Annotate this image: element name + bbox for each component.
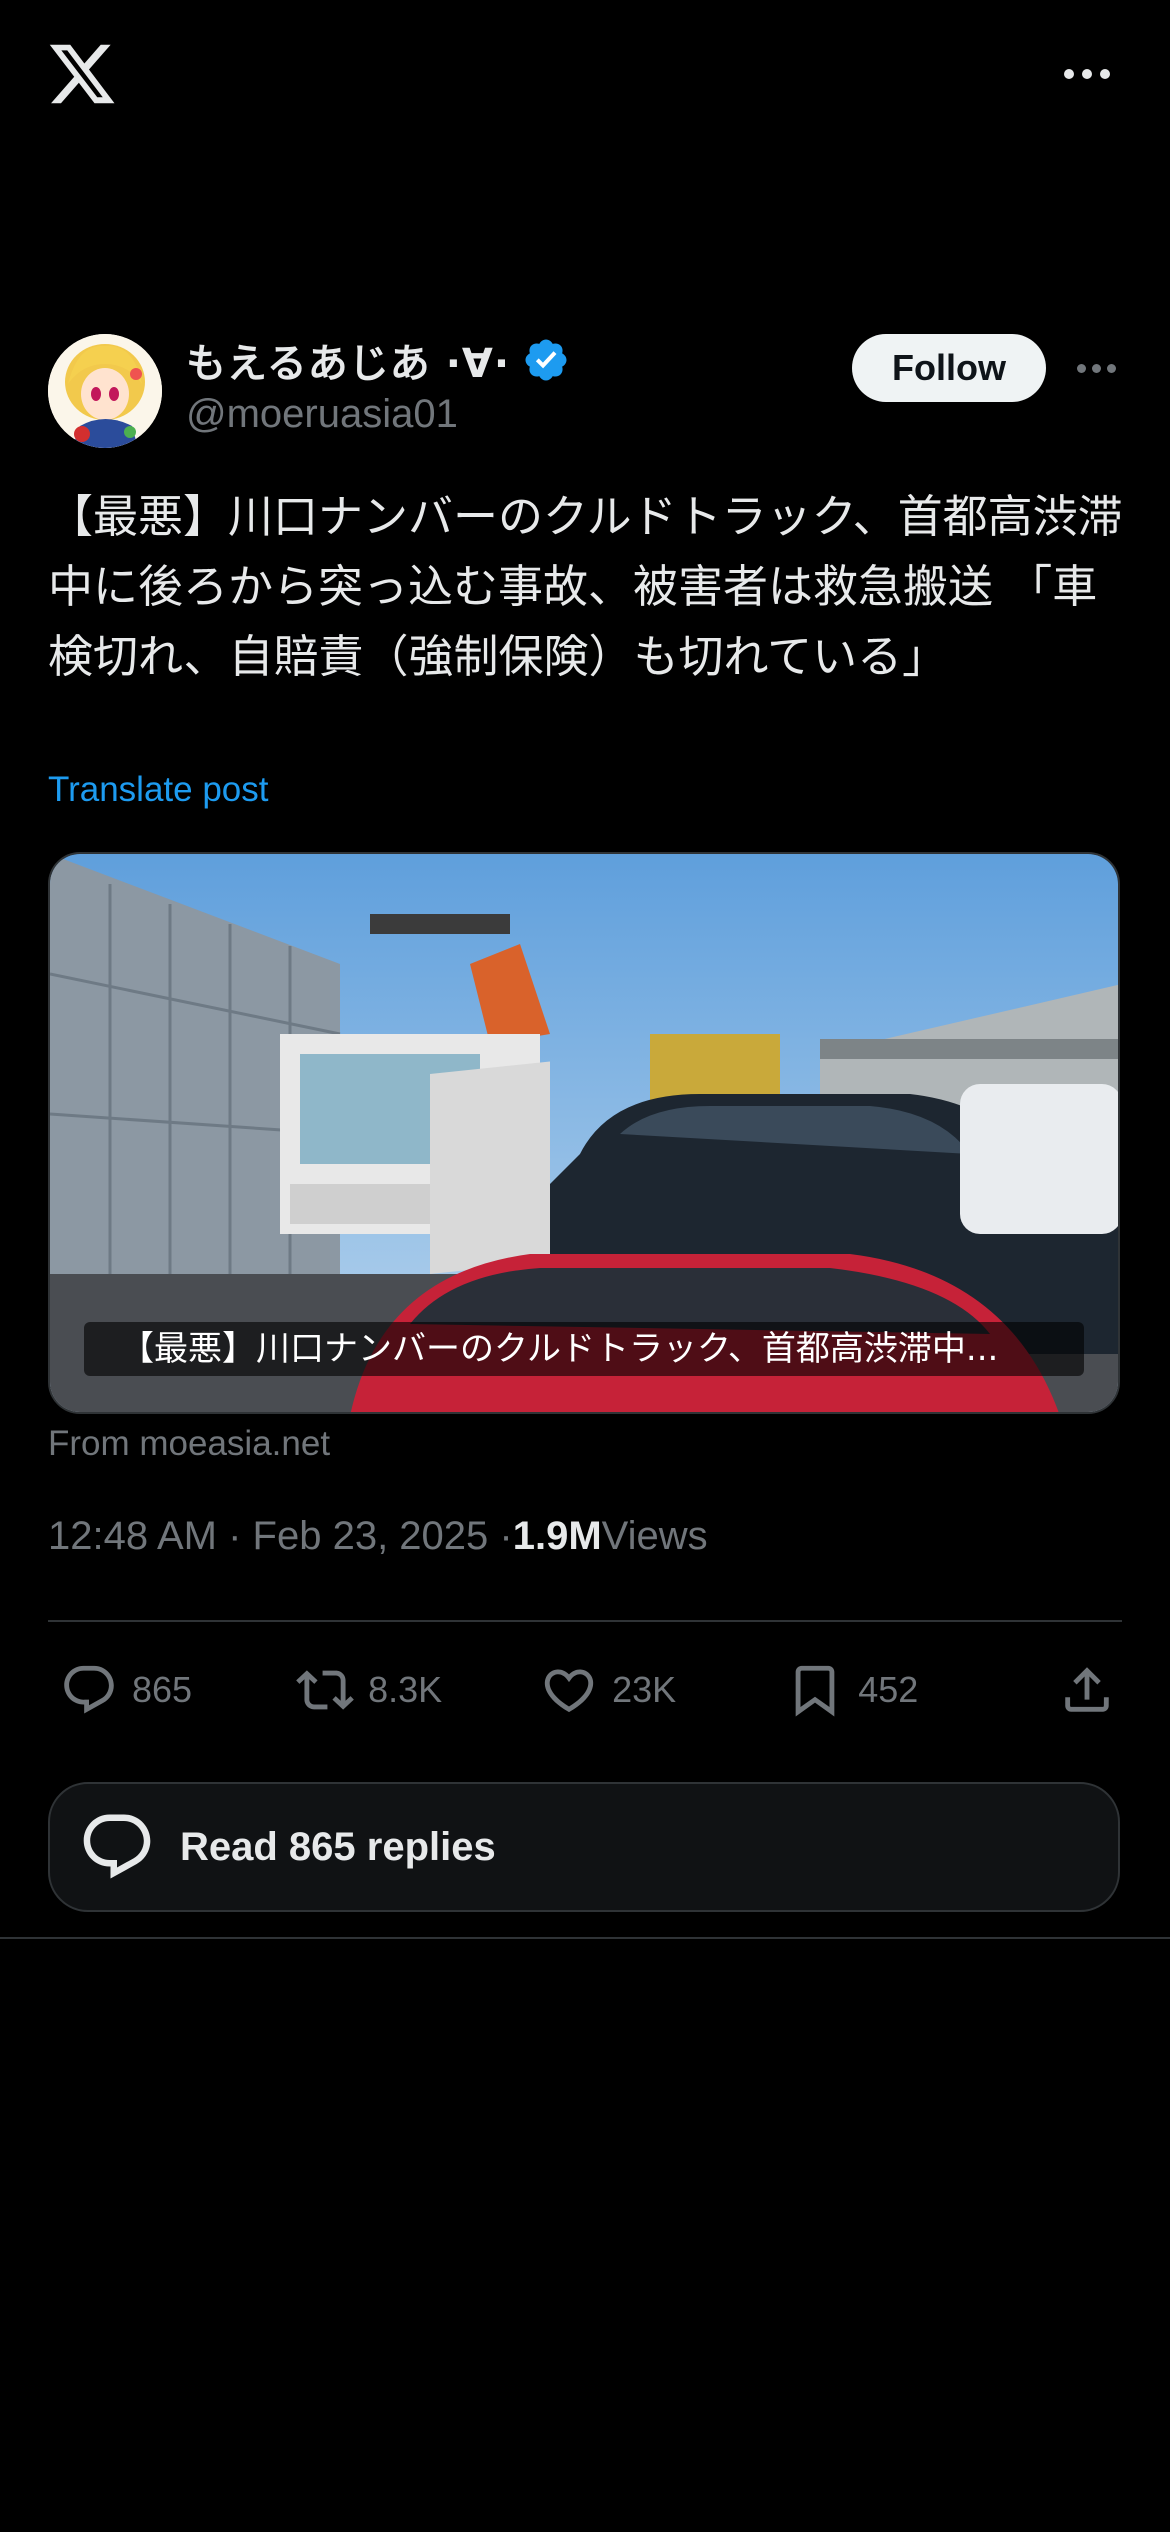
reply-icon [83, 1814, 151, 1879]
bookmark-button[interactable]: 452 [786, 1661, 918, 1719]
repost-button[interactable]: 8.3K [296, 1661, 442, 1719]
share-button[interactable] [1058, 1661, 1116, 1719]
repost-icon [296, 1670, 354, 1710]
reply-icon [64, 1665, 114, 1714]
share-icon [1065, 1667, 1109, 1712]
divider [48, 1620, 1122, 1622]
reply-button[interactable]: 865 [60, 1661, 192, 1719]
views-count: 1.9M [512, 1514, 602, 1558]
author-handle[interactable]: @moeruasia01 [186, 392, 458, 437]
post-more-icon[interactable] [1074, 354, 1118, 382]
media-caption: 【最悪】川口ナンバーのクルドトラック、首都高渋滞中... [84, 1322, 1084, 1376]
divider [0, 1937, 1170, 1939]
heart-icon [544, 1669, 594, 1713]
post-meta: 12:48 AM · Feb 23, 2025 · 1.9M Views [48, 1514, 708, 1559]
author-name-row[interactable]: もえるあじあ ·∀· [186, 328, 570, 392]
link-source[interactable]: From moeasia.net [48, 1424, 330, 1464]
post-timestamp[interactable]: 12:48 AM · Feb 23, 2025 · [48, 1514, 513, 1559]
bookmark-icon [795, 1665, 835, 1717]
reply-count: 865 [132, 1669, 193, 1710]
translate-post-link[interactable]: Translate post [48, 770, 268, 810]
read-replies-label: Read 865 replies [180, 1824, 496, 1869]
verified-badge-icon [522, 336, 570, 384]
post-text: 【最悪】川口ナンバーのクルドトラック、首都高渋滞中に後ろから突っ込む事故、被害者… [48, 490, 1123, 683]
repost-count: 8.3K [368, 1669, 443, 1710]
views-label: Views [601, 1514, 708, 1558]
author-name[interactable]: もえるあじあ ·∀· [186, 331, 510, 389]
x-logo-icon[interactable] [46, 38, 118, 110]
read-replies-button[interactable]: Read 865 replies [48, 1782, 1120, 1912]
follow-button[interactable]: Follow [852, 334, 1046, 402]
action-bar: 865 8.3K 23K 452 [48, 1650, 1122, 1730]
like-count: 23K [612, 1669, 677, 1710]
avatar[interactable] [48, 334, 162, 448]
more-options-icon[interactable] [1060, 52, 1114, 96]
like-button[interactable]: 23K [540, 1661, 676, 1719]
bookmark-count: 452 [858, 1669, 919, 1710]
